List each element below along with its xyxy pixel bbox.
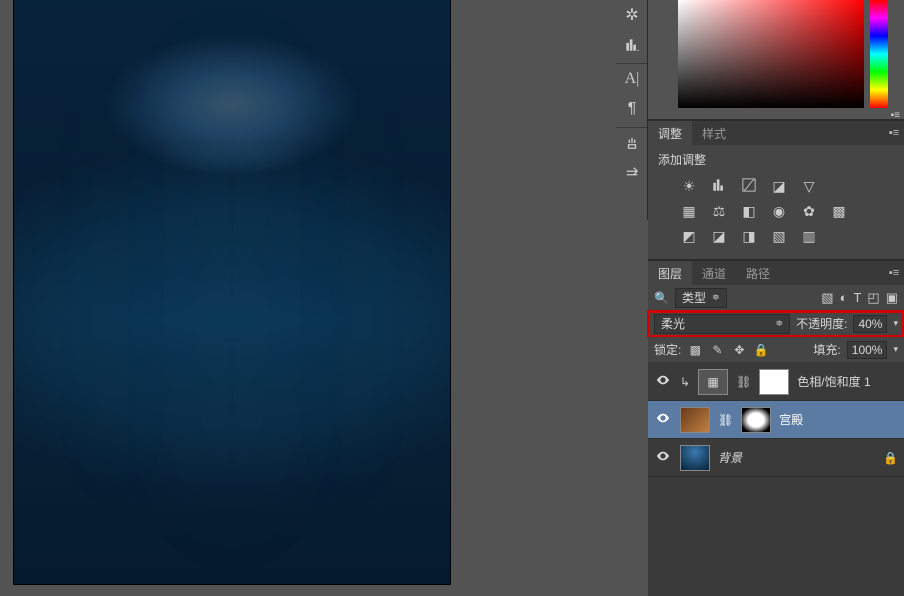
filter-type-dropdown[interactable]: 类型 ≑ <box>675 288 727 308</box>
hue-slider[interactable] <box>870 0 888 108</box>
tool-tool-presets-icon[interactable] <box>616 158 648 188</box>
adj-balance-icon[interactable]: ⚖ <box>710 203 728 220</box>
blend-opacity-row: 柔光 ≑ 不透明度: 40% ▾ <box>648 311 904 337</box>
adj-lookup-icon[interactable]: ▩ <box>830 203 848 220</box>
color-field[interactable] <box>678 0 864 108</box>
right-panel-column: ▪≡ 调整 样式 ▪≡ 添加调整 ☀ ◪ ▽ ▦ ⚖ ◧ ◉ ✿ ▩ <box>648 0 904 596</box>
mask-link-icon[interactable]: ⛓ <box>736 375 751 389</box>
adjustments-title: 添加调整 <box>658 151 894 168</box>
search-icon[interactable]: 🔍 <box>654 291 669 305</box>
lock-fill-row: 锁定: ▩ ✎ ✥ 🔒 填充: 100% ▾ <box>648 337 904 363</box>
adj-photo-filter-icon[interactable]: ◉ <box>770 203 788 220</box>
adj-channel-mixer-icon[interactable]: ✿ <box>800 203 818 220</box>
fill-slider-arrow-icon[interactable]: ▾ <box>893 344 898 355</box>
panel-menu-icon[interactable]: ▪≡ <box>884 261 904 285</box>
layer-name[interactable]: 宫殿 <box>779 411 803 428</box>
visibility-toggle-icon[interactable] <box>654 411 672 428</box>
adjustments-panel: 调整 样式 ▪≡ 添加调整 ☀ ◪ ▽ ▦ ⚖ ◧ ◉ ✿ ▩ ◩ <box>648 120 904 260</box>
visibility-toggle-icon[interactable] <box>654 449 672 466</box>
lock-label: 锁定: <box>654 341 681 358</box>
vertical-toolbar: ✲ A| ¶ <box>616 0 648 220</box>
filter-type-label: 类型 <box>682 289 706 306</box>
tool-paragraph-icon[interactable]: ¶ <box>616 94 648 124</box>
adj-vibrance-icon[interactable]: ▽ <box>800 178 818 195</box>
filter-shape-icon[interactable]: ◰ <box>867 290 879 306</box>
lock-position-icon[interactable]: ✥ <box>731 342 747 358</box>
layer-row-selected[interactable]: ⛓ 宫殿 <box>648 401 904 439</box>
layer-mask-thumbnail[interactable] <box>741 407 771 433</box>
adj-curves-icon[interactable] <box>740 178 758 195</box>
layer-name[interactable]: 背景 <box>718 449 742 466</box>
adj-exposure-icon[interactable]: ◪ <box>770 178 788 195</box>
tool-brush-presets-icon[interactable] <box>616 128 648 158</box>
fill-label: 填充: <box>813 341 840 358</box>
blend-mode-value: 柔光 <box>661 315 685 332</box>
panel-menu-icon[interactable]: ▪≡ <box>891 110 900 121</box>
fill-input[interactable]: 100% <box>847 341 888 359</box>
tool-character-icon[interactable]: A| <box>616 64 648 94</box>
layer-name[interactable]: 色相/饱和度 1 <box>797 373 870 390</box>
filter-smart-icon[interactable]: ▣ <box>886 290 898 306</box>
chevron-down-icon: ≑ <box>712 292 720 303</box>
color-picker-panel: ▪≡ <box>648 0 904 120</box>
tab-channels[interactable]: 通道 <box>692 261 736 285</box>
lock-icon: 🔒 <box>883 451 898 465</box>
mask-link-icon[interactable]: ⛓ <box>718 413 733 427</box>
clip-indicator-icon: ↳ <box>680 375 690 389</box>
tab-adjustments[interactable]: 调整 <box>648 121 692 145</box>
filter-adjust-icon[interactable]: ◐ <box>840 290 848 306</box>
tab-layers[interactable]: 图层 <box>648 261 692 285</box>
lock-all-icon[interactable]: 🔒 <box>753 342 769 358</box>
layer-row-adjustment[interactable]: ↳ ▦ ⛓ 色相/饱和度 1 <box>648 363 904 401</box>
document-canvas[interactable] <box>14 0 450 584</box>
adj-brightness-icon[interactable]: ☀ <box>680 178 698 195</box>
layer-mask-thumbnail[interactable] <box>759 369 789 395</box>
panel-menu-icon[interactable]: ▪≡ <box>884 121 904 145</box>
layer-thumbnail[interactable] <box>680 445 710 471</box>
layer-row-background[interactable]: 背景 🔒 <box>648 439 904 477</box>
tool-histogram-icon[interactable] <box>616 30 648 60</box>
filter-type-icon-t[interactable]: T <box>853 290 861 306</box>
adj-levels-icon[interactable] <box>710 178 728 195</box>
tab-styles[interactable]: 样式 <box>692 121 736 145</box>
tool-ship-wheel-icon[interactable]: ✲ <box>616 0 648 30</box>
adj-bw-icon[interactable]: ◧ <box>740 203 758 220</box>
adjustments-row-1: ☀ ◪ ▽ <box>658 174 894 199</box>
layer-thumbnail[interactable] <box>680 407 710 433</box>
blend-mode-dropdown[interactable]: 柔光 ≑ <box>654 314 790 334</box>
adjustment-thumbnail-icon[interactable]: ▦ <box>698 369 728 395</box>
adj-threshold-icon[interactable]: ◨ <box>740 228 758 245</box>
opacity-slider-arrow-icon[interactable]: ▾ <box>893 318 898 329</box>
adj-gradient-map-icon[interactable]: ▥ <box>800 228 818 245</box>
layers-list: ↳ ▦ ⛓ 色相/饱和度 1 ⛓ 宫殿 背景 🔒 <box>648 363 904 596</box>
adjustments-row-3: ◩ ◪ ◨ ▧ ▥ <box>658 224 894 249</box>
layer-filter-row: 🔍 类型 ≑ ▧ ◐ T ◰ ▣ <box>648 285 904 311</box>
adj-selective-icon[interactable]: ▧ <box>770 228 788 245</box>
adjustments-row-2: ▦ ⚖ ◧ ◉ ✿ ▩ <box>658 199 894 224</box>
lock-paint-icon[interactable]: ✎ <box>709 342 725 358</box>
canvas-area <box>0 0 615 596</box>
lock-transparent-icon[interactable]: ▩ <box>687 342 703 358</box>
visibility-toggle-icon[interactable] <box>654 373 672 390</box>
chevron-down-icon: ≑ <box>776 318 784 329</box>
adj-invert-icon[interactable]: ◩ <box>680 228 698 245</box>
tab-paths[interactable]: 路径 <box>736 261 780 285</box>
opacity-input[interactable]: 40% <box>853 315 887 333</box>
opacity-label: 不透明度: <box>796 315 847 332</box>
layers-panel: 图层 通道 路径 ▪≡ 🔍 类型 ≑ ▧ ◐ T ◰ ▣ 柔光 ≑ <box>648 260 904 596</box>
adj-posterize-icon[interactable]: ◪ <box>710 228 728 245</box>
filter-pixel-icon[interactable]: ▧ <box>821 290 833 306</box>
adj-hue-icon[interactable]: ▦ <box>680 203 698 220</box>
